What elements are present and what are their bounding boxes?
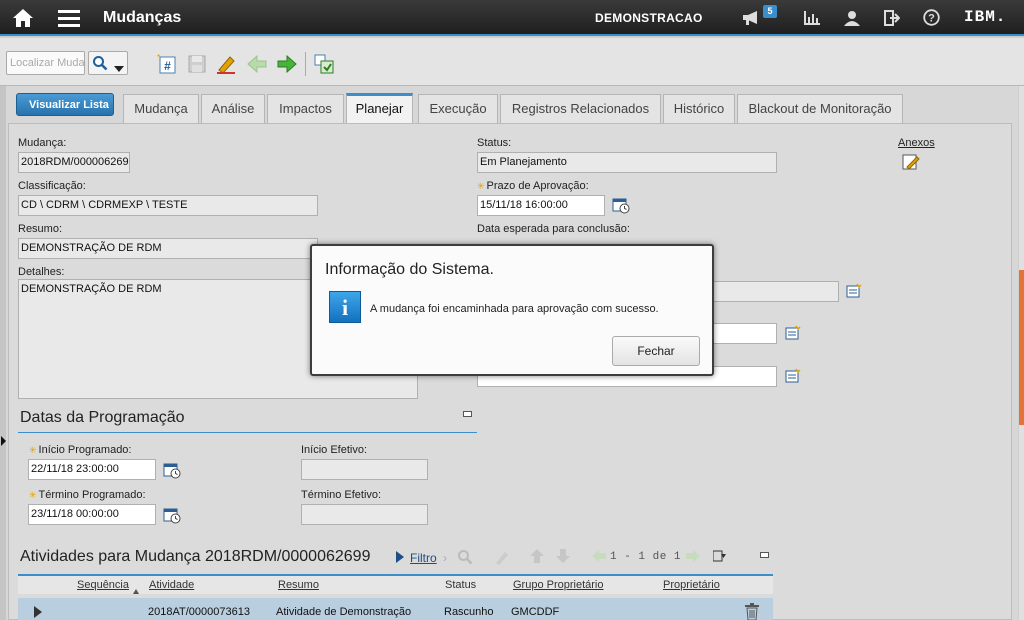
dialog-title: Informação do Sistema.	[325, 261, 494, 278]
close-button[interactable]: Fechar	[612, 336, 700, 366]
system-info-dialog: Informação do Sistema. i A mudança foi e…	[310, 244, 714, 376]
info-icon: i	[329, 291, 361, 323]
dialog-message: A mudança foi encaminhada para aprovação…	[370, 303, 659, 315]
